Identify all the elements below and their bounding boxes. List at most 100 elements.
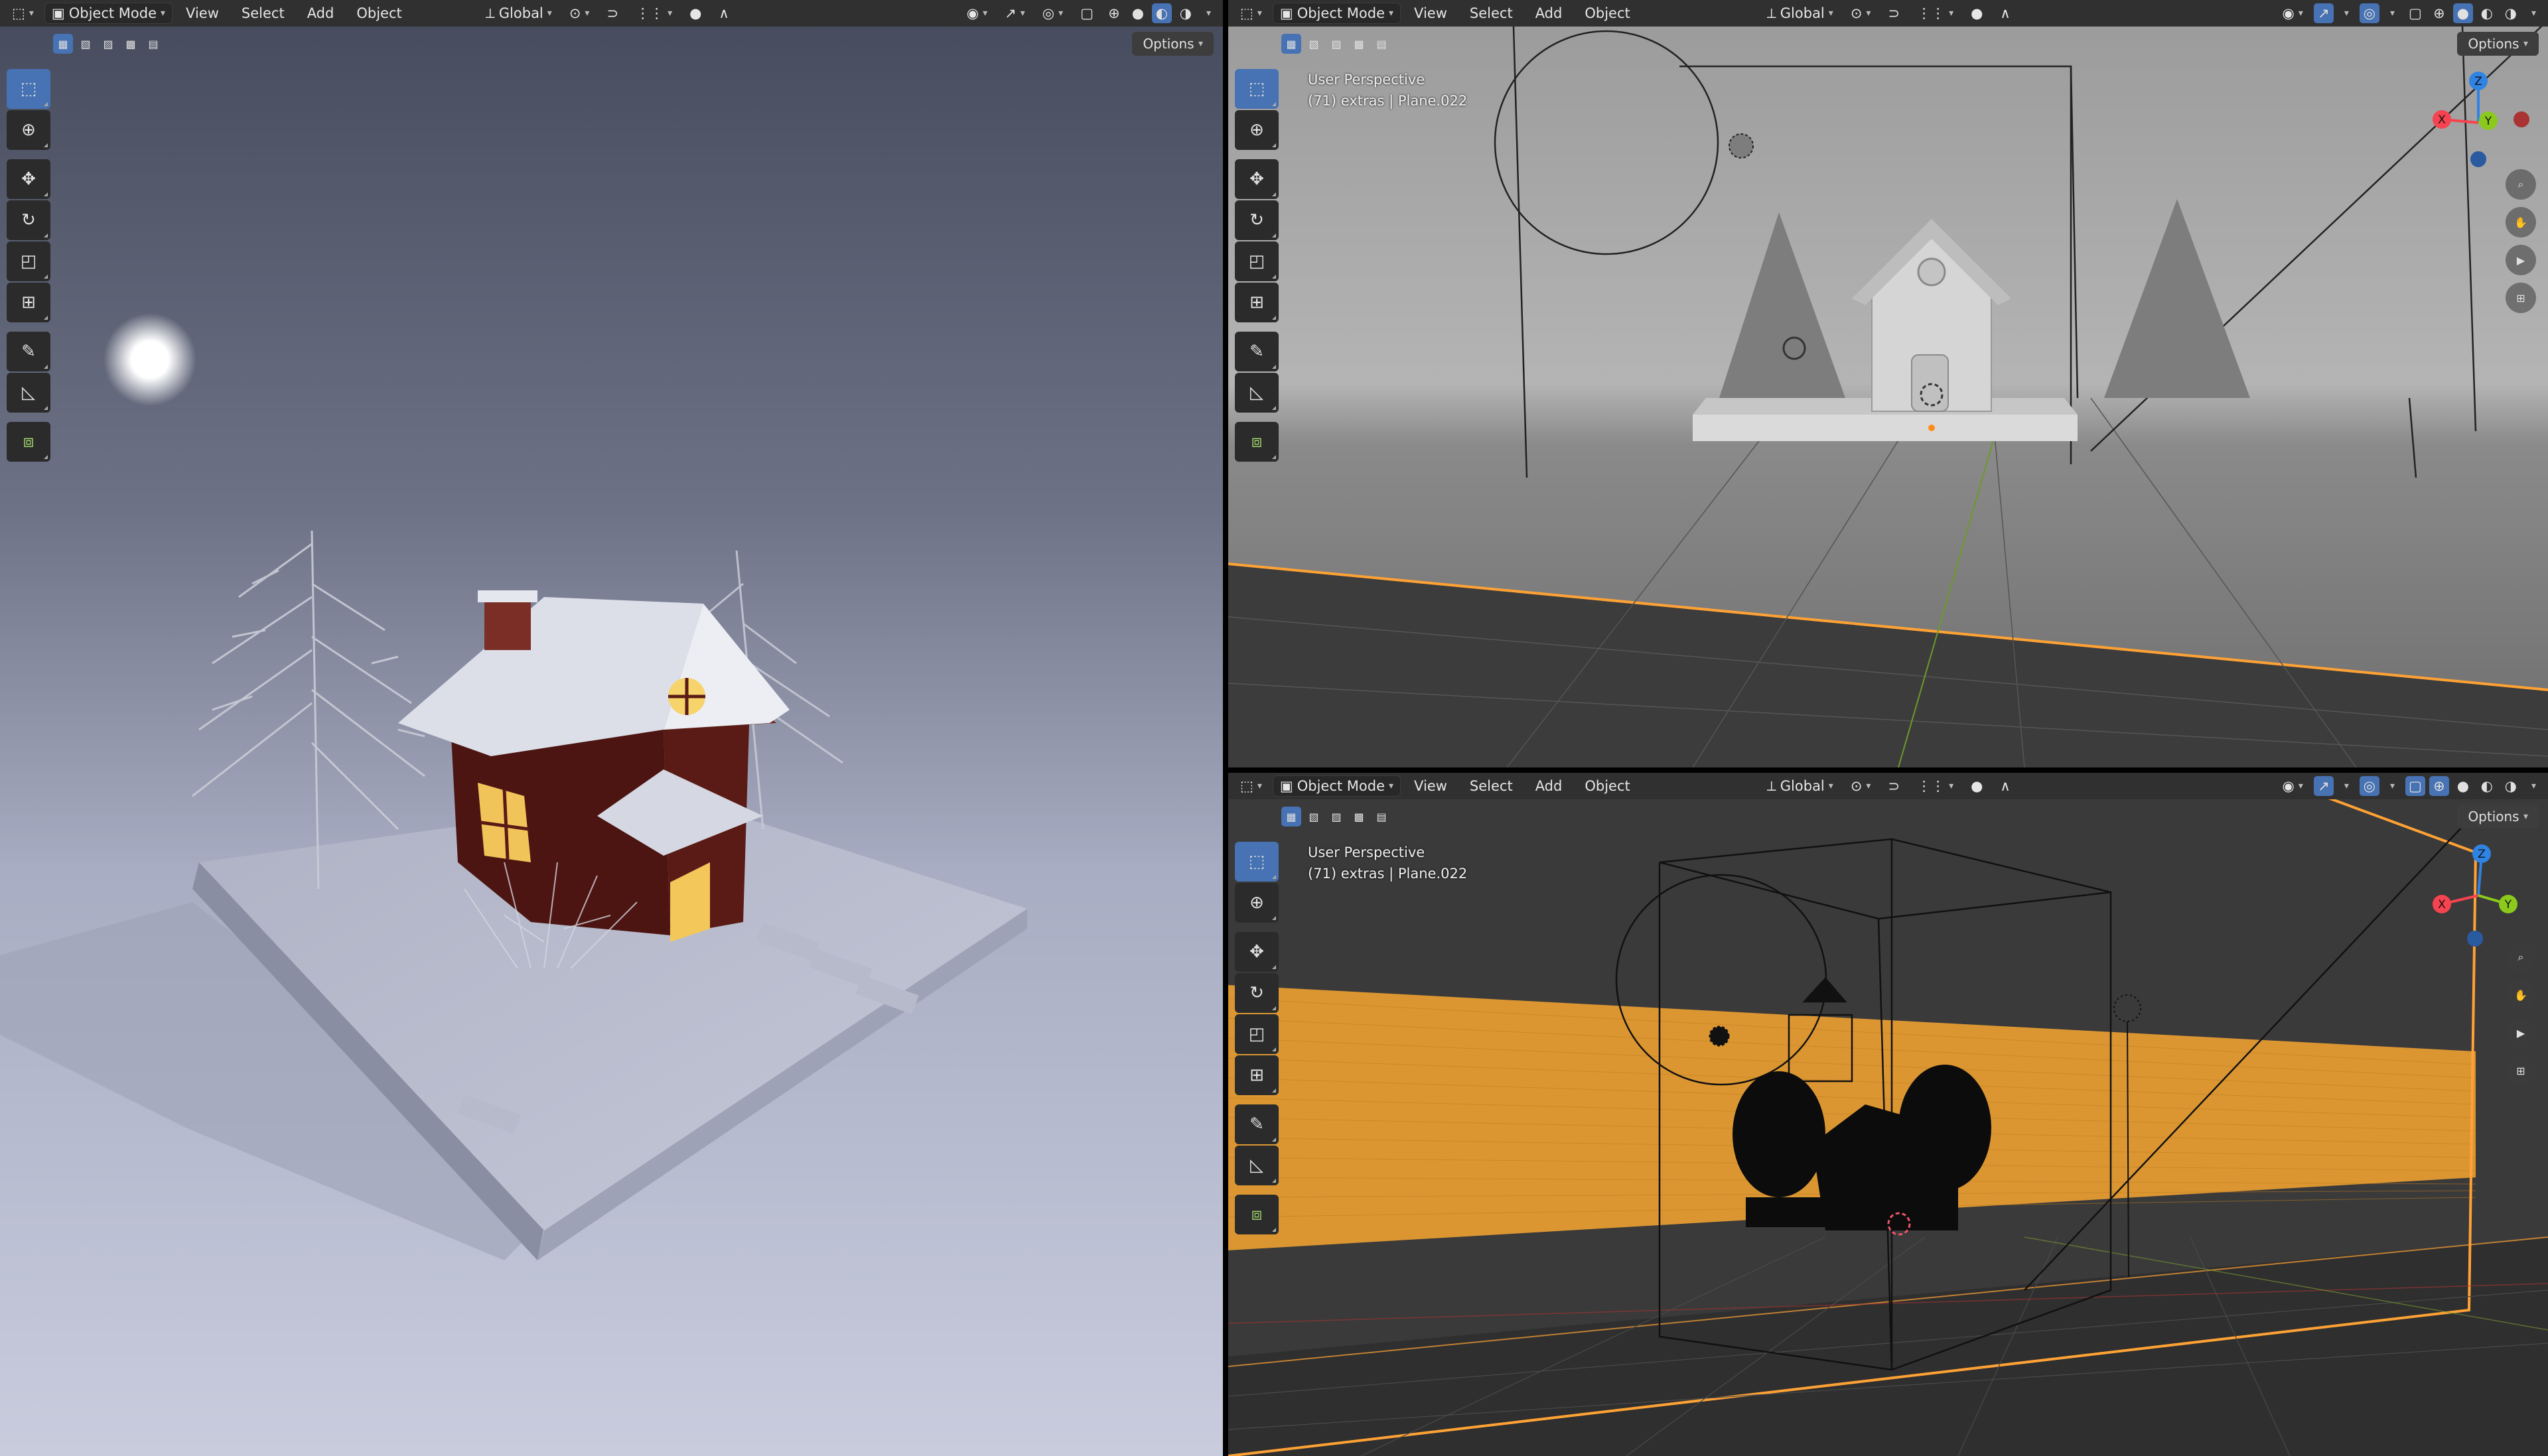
zoom-button[interactable]: ⌕ [2506, 942, 2536, 972]
pivot-dropdown[interactable]: ⊙ ▾ [563, 3, 597, 24]
shading-wireframe-button[interactable]: ⊕ [1104, 3, 1124, 23]
proportional-edit-toggle[interactable]: ● [683, 3, 708, 24]
camera-view-button[interactable]: ▶ [2506, 1018, 2536, 1048]
tool-cursor[interactable]: ⊕ [1235, 110, 1279, 150]
select-intersect-button[interactable]: ▤ [1372, 34, 1391, 54]
overlay-dropdown[interactable]: ▾ [2383, 775, 2401, 797]
select-extend-button[interactable]: ▧ [76, 34, 96, 54]
select-invert-button[interactable]: ▩ [1349, 34, 1369, 54]
tool-move[interactable]: ✥ [7, 159, 50, 199]
transform-orientation-dropdown[interactable]: ⟂ Global ▾ [1760, 775, 1840, 797]
menu-add[interactable]: Add [1526, 3, 1572, 24]
shading-rendered-button[interactable]: ◑ [2501, 3, 2521, 23]
pan-button[interactable]: ✋ [2506, 207, 2536, 237]
tool-measure[interactable]: ◺ [1235, 373, 1279, 413]
xray-toggle[interactable]: ▢ [2405, 3, 2425, 23]
visibility-dropdown[interactable]: ◉ ▾ [2276, 775, 2310, 797]
select-subtract-button[interactable]: ▨ [98, 34, 118, 54]
shading-wireframe-button[interactable]: ⊕ [2429, 776, 2449, 796]
select-extend-button[interactable]: ▧ [1304, 807, 1324, 827]
menu-view[interactable]: View [1405, 775, 1456, 797]
menu-add[interactable]: Add [1526, 775, 1572, 797]
select-invert-button[interactable]: ▩ [1349, 807, 1369, 827]
tool-rotate[interactable]: ↻ [7, 200, 50, 240]
snap-dropdown[interactable]: ⋮⋮ ▾ [1910, 3, 1960, 24]
overlay-dropdown[interactable]: ▾ [2383, 3, 2401, 24]
tool-measure[interactable]: ◺ [7, 373, 50, 413]
menu-object[interactable]: Object [1575, 775, 1639, 797]
shading-material-button[interactable]: ◐ [1151, 3, 1172, 23]
tool-transform[interactable]: ⊞ [1235, 1055, 1279, 1095]
falloff-dropdown[interactable]: ∧ [1993, 775, 2017, 797]
navigation-gizmo[interactable]: Z X Y [2422, 66, 2535, 179]
options-dropdown[interactable]: Options ▾ [2457, 32, 2539, 56]
gizmo-toggle[interactable]: ↗ [2313, 776, 2334, 796]
tool-scale[interactable]: ◰ [1235, 241, 1279, 281]
tool-cursor[interactable]: ⊕ [1235, 883, 1279, 923]
gizmo-toggle[interactable]: ↗ ▾ [998, 3, 1032, 24]
options-dropdown[interactable]: Options ▾ [2457, 805, 2539, 828]
tool-move[interactable]: ✥ [1235, 159, 1279, 199]
visibility-dropdown[interactable]: ◉ ▾ [960, 3, 994, 24]
pivot-dropdown[interactable]: ⊙ ▾ [1844, 3, 1878, 24]
tool-select-box[interactable]: ⬚ [7, 69, 50, 109]
menu-object[interactable]: Object [347, 3, 411, 24]
menu-select[interactable]: Select [1460, 3, 1522, 24]
select-intersect-button[interactable]: ▤ [1372, 807, 1391, 827]
tool-select-box[interactable]: ⬚ [1235, 842, 1279, 882]
menu-view[interactable]: View [177, 3, 228, 24]
pivot-dropdown[interactable]: ⊙ ▾ [1844, 775, 1878, 797]
select-invert-button[interactable]: ▩ [121, 34, 141, 54]
tool-annotate[interactable]: ✎ [7, 332, 50, 371]
menu-select[interactable]: Select [232, 3, 294, 24]
select-new-button[interactable]: ▦ [53, 34, 73, 54]
tool-transform[interactable]: ⊞ [7, 283, 50, 322]
gizmo-dropdown[interactable]: ▾ [2338, 3, 2356, 24]
select-intersect-button[interactable]: ▤ [143, 34, 163, 54]
shading-solid-button[interactable]: ● [1128, 3, 1148, 23]
menu-select[interactable]: Select [1460, 775, 1522, 797]
shading-solid-button[interactable]: ● [2453, 776, 2473, 796]
shading-dropdown[interactable]: ▾ [2525, 3, 2543, 24]
ortho-toggle-button[interactable]: ⊞ [2506, 1055, 2536, 1086]
proportional-edit-toggle[interactable]: ● [1964, 775, 1989, 797]
tool-annotate[interactable]: ✎ [1235, 1104, 1279, 1144]
visibility-dropdown[interactable]: ◉ ▾ [2276, 3, 2310, 24]
xray-toggle[interactable]: ▢ [1074, 3, 1100, 24]
pan-button[interactable]: ✋ [2506, 980, 2536, 1010]
area-splitter-horizontal[interactable] [1228, 767, 2548, 773]
menu-add[interactable]: Add [298, 3, 344, 24]
transform-orientation-dropdown[interactable]: ⟂ Global ▾ [1760, 3, 1840, 24]
tool-measure[interactable]: ◺ [1235, 1146, 1279, 1185]
shading-material-button[interactable]: ◐ [2477, 3, 2497, 23]
proportional-edit-toggle[interactable]: ● [1964, 3, 1989, 24]
select-subtract-button[interactable]: ▨ [1326, 34, 1346, 54]
tool-transform[interactable]: ⊞ [1235, 283, 1279, 322]
shading-dropdown[interactable]: ▾ [1200, 3, 1218, 24]
options-dropdown[interactable]: Options ▾ [1132, 32, 1214, 56]
gizmo-dropdown[interactable]: ▾ [2338, 775, 2356, 797]
tool-scale[interactable]: ◰ [7, 241, 50, 281]
shading-solid-button[interactable]: ● [2452, 3, 2473, 23]
snap-dropdown[interactable]: ⋮⋮ ▾ [629, 3, 679, 24]
shading-rendered-button[interactable]: ◑ [1176, 3, 1196, 23]
tool-add-cube[interactable]: ⧈ [1235, 422, 1279, 462]
tool-add-cube[interactable]: ⧈ [7, 422, 50, 462]
tool-annotate[interactable]: ✎ [1235, 332, 1279, 371]
falloff-dropdown[interactable]: ∧ [712, 3, 735, 24]
viewport-rendered[interactable]: ⬚ ▾ ▣ Object Mode ▾ View Select Add Object … [0, 0, 1223, 1456]
viewport-wireframe[interactable]: ⬚ ▾ ▣ Object Mode ▾ View Select Add Object … [1228, 773, 2548, 1456]
area-splitter-vertical[interactable] [1223, 0, 1228, 1456]
viewport-solid[interactable]: ⬚ ▾ ▣ Object Mode ▾ View Select Add Object … [1228, 0, 2548, 767]
xray-toggle[interactable]: ▢ [2405, 776, 2425, 796]
tool-scale[interactable]: ◰ [1235, 1014, 1279, 1054]
editor-type-button[interactable]: ⬚ ▾ [1234, 3, 1269, 24]
overlay-toggle[interactable]: ◎ [2359, 3, 2379, 23]
transform-orientation-dropdown[interactable]: ⟂ Global ▾ [479, 3, 559, 24]
shading-wireframe-button[interactable]: ⊕ [2429, 3, 2449, 23]
snap-toggle[interactable]: ⊃ [1881, 775, 1906, 797]
zoom-button[interactable]: ⌕ [2506, 169, 2536, 200]
tool-add-cube[interactable]: ⧈ [1235, 1195, 1279, 1234]
select-extend-button[interactable]: ▧ [1304, 34, 1324, 54]
menu-object[interactable]: Object [1575, 3, 1639, 24]
